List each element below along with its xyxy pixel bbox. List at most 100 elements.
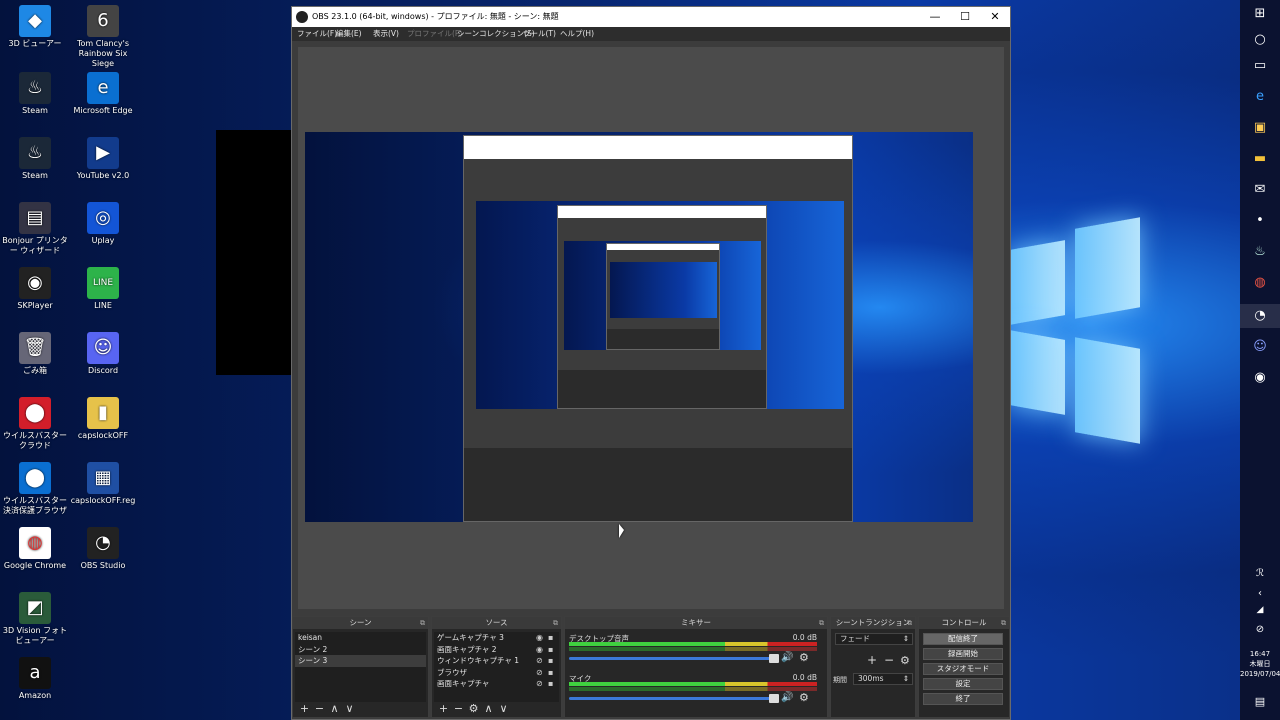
gear-icon[interactable]: ⚙ bbox=[799, 651, 809, 664]
visibility-eye-icon[interactable]: ⊘ bbox=[536, 667, 543, 679]
desktop-icon[interactable]: ◆ 3D ビューアー bbox=[0, 5, 70, 49]
task-view-icon[interactable]: ▭ bbox=[1248, 54, 1272, 78]
control-button[interactable]: 録画開始 bbox=[923, 648, 1003, 660]
desktop-icon[interactable]: ◎ Uplay bbox=[68, 202, 138, 246]
close-button[interactable]: ✕ bbox=[980, 7, 1010, 27]
speaker-icon[interactable]: 🔊 bbox=[781, 692, 793, 703]
desktop-icon[interactable]: 6 Tom Clancy's Rainbow Six Siege bbox=[68, 5, 138, 69]
desktop-icon[interactable]: ▤ Bonjour プリンター ウィザード bbox=[0, 202, 70, 256]
source-item[interactable]: ブラウザ ⊘ ▪ bbox=[434, 667, 559, 679]
dock-float-icon[interactable]: ⧉ bbox=[553, 617, 558, 629]
obs-taskbar-icon[interactable]: ◔ bbox=[1240, 304, 1280, 328]
preview-area[interactable] bbox=[298, 47, 1004, 609]
add-transition-button[interactable]: + bbox=[867, 653, 877, 667]
control-button[interactable]: 配信終了 bbox=[923, 633, 1003, 645]
menu-item[interactable]: ヘルプ(H) bbox=[560, 27, 594, 41]
desktop-icon[interactable]: ▮ capslockOFF bbox=[68, 397, 138, 441]
lock-icon[interactable]: ▪ bbox=[548, 644, 553, 656]
gear-icon[interactable]: ⚙ bbox=[799, 691, 809, 704]
steam-icon[interactable]: ♨ bbox=[1248, 240, 1272, 264]
visibility-eye-icon[interactable]: ◉ bbox=[536, 644, 543, 656]
skplayer-icon[interactable]: ◉ bbox=[1248, 366, 1272, 390]
desktop-icon[interactable]: ⬤ ウイルスバスター クラウド bbox=[0, 397, 70, 451]
lock-icon[interactable]: ▪ bbox=[548, 678, 553, 690]
desktop-icon[interactable]: ◉ SKPlayer bbox=[0, 267, 70, 311]
menu-item[interactable]: 表示(V) bbox=[373, 27, 399, 41]
language-icon[interactable]: ⊘ bbox=[1248, 618, 1272, 642]
scene-item[interactable]: keisan bbox=[295, 632, 426, 644]
lock-icon[interactable]: ▪ bbox=[548, 655, 553, 667]
transition-properties-icon[interactable]: ⚙ bbox=[900, 654, 910, 667]
clock-date[interactable]: 2019/07/04 bbox=[1240, 670, 1280, 679]
scene-item[interactable]: シーン 3 bbox=[295, 655, 426, 667]
volume-slider[interactable] bbox=[569, 654, 779, 663]
desktop-icon[interactable]: e Microsoft Edge bbox=[68, 72, 138, 116]
source-item[interactable]: ゲームキャプチャ 3 ◉ ▪ bbox=[434, 632, 559, 644]
source-item[interactable]: ウィンドウキャプチャ 1 ⊘ ▪ bbox=[434, 655, 559, 667]
cortana-icon[interactable]: ○ bbox=[1248, 28, 1272, 52]
menu-item[interactable]: ファイル(F) bbox=[297, 27, 337, 41]
menu-item[interactable]: プロファイル(P) bbox=[407, 27, 462, 41]
obs-titlebar[interactable]: OBS 23.1.0 (64-bit, windows) - プロファイル: 無… bbox=[292, 7, 1010, 27]
notification-icon[interactable]: ▤ bbox=[1248, 690, 1272, 714]
lock-icon[interactable]: ▪ bbox=[548, 632, 553, 644]
volume-slider-handle[interactable] bbox=[769, 654, 779, 663]
desktop-icon[interactable]: ◔ OBS Studio bbox=[68, 527, 138, 571]
scene-list[interactable]: keisan シーン 2 シーン 3 bbox=[295, 632, 426, 702]
move-scene-up-button[interactable]: ∧ bbox=[327, 702, 342, 716]
source-properties-button[interactable]: ⚙ bbox=[466, 702, 481, 716]
desktop-icon[interactable]: ♨ Steam bbox=[0, 137, 70, 181]
visibility-eye-icon[interactable]: ⊘ bbox=[536, 655, 543, 667]
minimize-button[interactable]: — bbox=[920, 7, 950, 27]
move-source-down-button[interactable]: ∨ bbox=[496, 702, 511, 716]
source-list[interactable]: ゲームキャプチャ 3 ◉ ▪ 画面キャプチャ 2 ◉ ▪ ウィンドウキャプチャ 1 ⊘ ▪ ブラウ… bbox=[434, 632, 559, 702]
clock-time[interactable]: 16:47 bbox=[1240, 650, 1280, 659]
move-source-up-button[interactable]: ∧ bbox=[481, 702, 496, 716]
dock-float-icon[interactable]: ⧉ bbox=[907, 617, 912, 629]
transition-select[interactable]: フェード ⇕ bbox=[835, 633, 913, 645]
volume-slider-handle[interactable] bbox=[769, 694, 779, 703]
maximize-button[interactable]: ☐ bbox=[950, 7, 980, 27]
remove-source-button[interactable]: − bbox=[451, 702, 466, 716]
desktop-icon[interactable]: ☺ Discord bbox=[68, 332, 138, 376]
visibility-eye-icon[interactable]: ⊘ bbox=[536, 678, 543, 690]
menu-item[interactable]: ツール(T) bbox=[523, 27, 556, 41]
desktop-icon[interactable]: ⬤ ウイルスバスター 決済保護ブラウザ bbox=[0, 462, 70, 516]
duration-input[interactable]: 300ms ⇕ bbox=[853, 673, 913, 685]
add-source-button[interactable]: + bbox=[436, 702, 451, 716]
scene-item[interactable]: シーン 2 bbox=[295, 644, 426, 656]
add-scene-button[interactable]: + bbox=[297, 702, 312, 716]
control-button[interactable]: 設定 bbox=[923, 678, 1003, 690]
preview-canvas[interactable] bbox=[305, 132, 973, 522]
remove-transition-button[interactable]: − bbox=[884, 653, 894, 667]
desktop-icon[interactable]: ◍ Google Chrome bbox=[0, 527, 70, 571]
volume-slider[interactable] bbox=[569, 694, 779, 703]
source-item[interactable]: 画面キャプチャ ⊘ ▪ bbox=[434, 678, 559, 690]
dock-float-icon[interactable]: ⧉ bbox=[420, 617, 425, 629]
desktop-icon[interactable]: ▶ YouTube v2.0 bbox=[68, 137, 138, 181]
desktop-icon[interactable]: LINE LINE bbox=[68, 267, 138, 311]
desktop-icon[interactable]: ♨ Steam bbox=[0, 72, 70, 116]
control-button[interactable]: 終了 bbox=[923, 693, 1003, 705]
visibility-eye-icon[interactable]: ◉ bbox=[536, 632, 543, 644]
dock-float-icon[interactable]: ⧉ bbox=[1001, 617, 1006, 629]
more-icon[interactable]: • bbox=[1248, 209, 1272, 233]
desktop-icon[interactable]: a Amazon bbox=[0, 657, 70, 701]
move-scene-down-button[interactable]: ∨ bbox=[342, 702, 357, 716]
control-button[interactable]: スタジオモード bbox=[923, 663, 1003, 675]
dock-float-icon[interactable]: ⧉ bbox=[819, 617, 824, 629]
mail-icon[interactable]: ✉ bbox=[1248, 178, 1272, 202]
desktop-icon[interactable]: ◩ 3D Vision フォトビューアー bbox=[0, 592, 70, 646]
desktop-icon[interactable]: ▦ capslockOFF.reg bbox=[68, 462, 138, 506]
edge-icon[interactable]: e bbox=[1248, 85, 1272, 109]
explorer-icon[interactable]: ▬ bbox=[1248, 147, 1272, 171]
menu-item[interactable]: 編集(E) bbox=[336, 27, 362, 41]
store-icon[interactable]: ▣ bbox=[1248, 116, 1272, 140]
desktop-icon[interactable]: 🗑 ごみ箱 bbox=[0, 332, 70, 376]
remove-scene-button[interactable]: − bbox=[312, 702, 327, 716]
speaker-icon[interactable]: 🔊 bbox=[781, 652, 793, 663]
discord-icon[interactable]: ☺ bbox=[1248, 335, 1272, 359]
source-item[interactable]: 画面キャプチャ 2 ◉ ▪ bbox=[434, 644, 559, 656]
windows-start-icon[interactable]: ⊞ bbox=[1248, 2, 1272, 26]
chrome-icon[interactable]: ◍ bbox=[1248, 271, 1272, 295]
